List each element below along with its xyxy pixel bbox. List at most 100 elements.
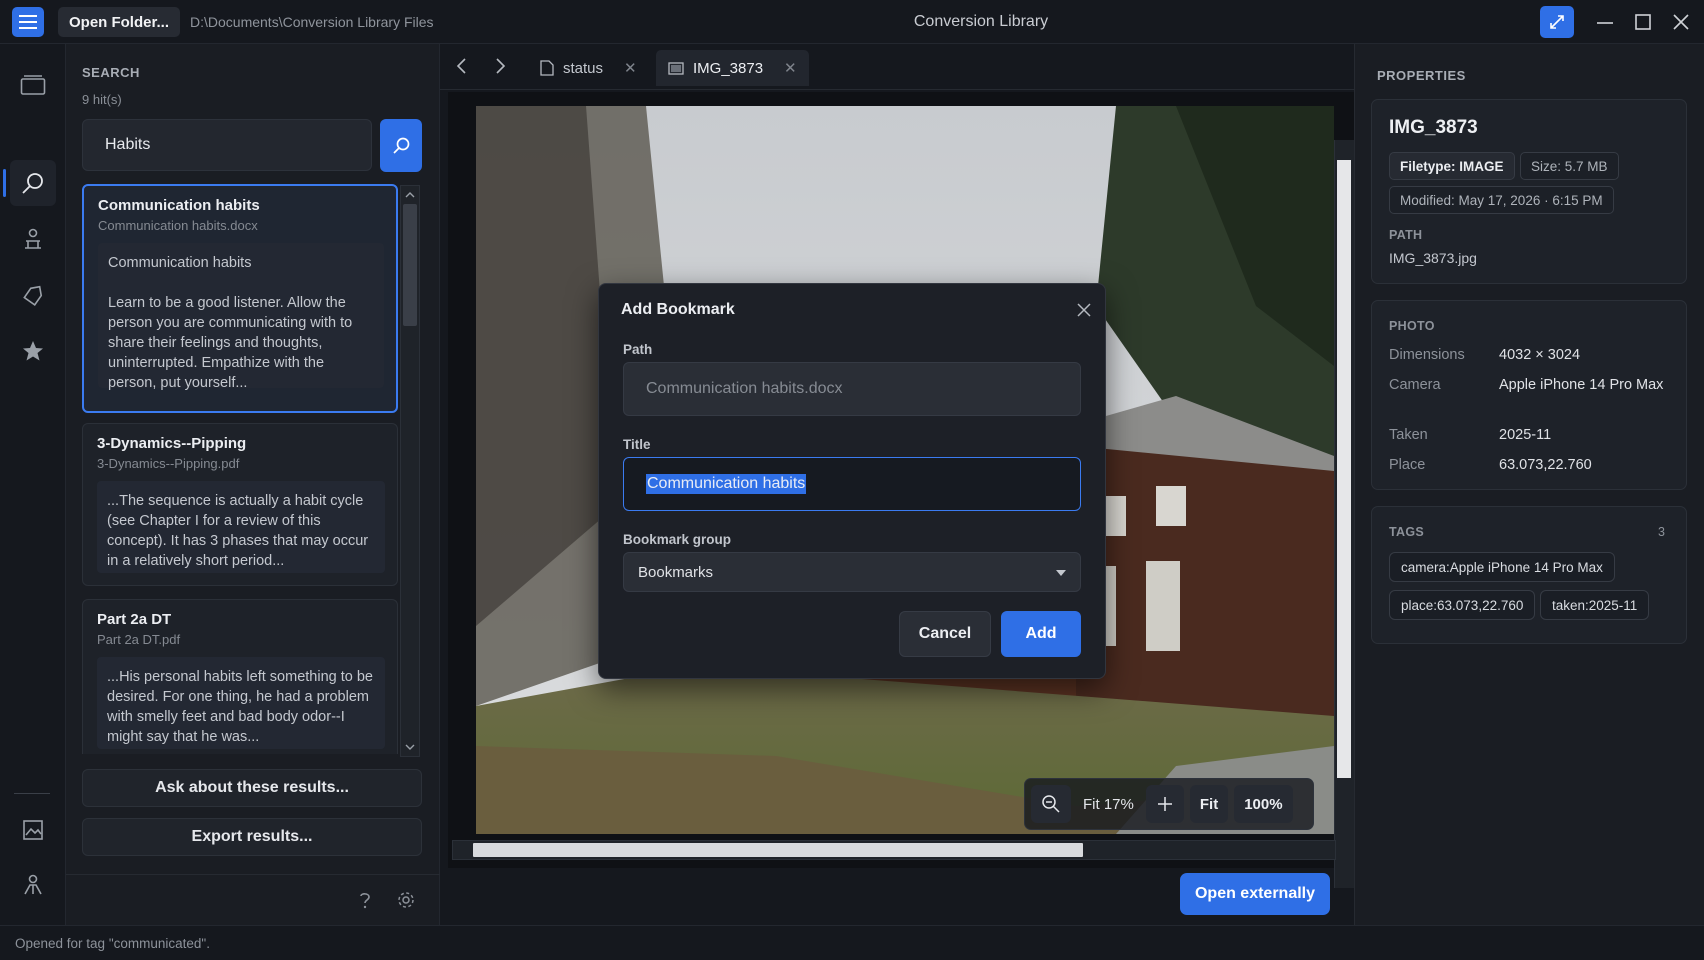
photo-section-label: PHOTO bbox=[1389, 319, 1435, 333]
zoom-100-button[interactable]: 100% bbox=[1234, 785, 1293, 823]
rail-active-indicator bbox=[3, 169, 6, 197]
title-bar: Open Folder... D:\Documents\Conversion L… bbox=[0, 0, 1704, 44]
document-icon bbox=[540, 60, 554, 76]
path-field-placeholder: Communication habits.docx bbox=[646, 380, 843, 397]
hit-count: 9 hit(s) bbox=[82, 92, 122, 107]
image-vertical-scrollbar[interactable] bbox=[1334, 140, 1354, 888]
result-snippet: ...The sequence is actually a habit cycl… bbox=[97, 481, 385, 573]
bookmark-group-select[interactable]: Bookmarks bbox=[623, 552, 1081, 592]
close-icon bbox=[1077, 303, 1091, 317]
current-folder-path: D:\Documents\Conversion Library Files bbox=[190, 14, 434, 30]
status-bar: Opened for tag "communicated". bbox=[0, 925, 1704, 960]
help-button[interactable] bbox=[356, 890, 374, 910]
chevron-down-icon bbox=[405, 744, 415, 750]
results-scrollbar-thumb[interactable] bbox=[403, 204, 417, 326]
path-field-label: Path bbox=[623, 342, 653, 357]
search-input[interactable] bbox=[82, 119, 372, 171]
camera-value: Apple iPhone 14 Pro Max bbox=[1499, 377, 1664, 393]
minimize-icon bbox=[1597, 22, 1613, 24]
settings-button[interactable] bbox=[396, 890, 416, 910]
tag-chip[interactable]: taken:2025-11 bbox=[1540, 590, 1650, 620]
result-title: Communication habits bbox=[98, 197, 260, 214]
close-window-button[interactable] bbox=[1669, 10, 1693, 34]
tab-bar: status ✕ IMG_3873 ✕ bbox=[440, 44, 1354, 90]
activity-rail bbox=[0, 44, 66, 925]
tags-card: TAGS 3 camera:Apple iPhone 14 Pro Max pl… bbox=[1371, 506, 1687, 644]
rail-tags[interactable] bbox=[10, 272, 56, 318]
rail-account[interactable] bbox=[10, 862, 56, 908]
minimize-button[interactable] bbox=[1593, 10, 1617, 34]
dialog-title: Add Bookmark bbox=[621, 301, 735, 318]
ask-about-results-button[interactable]: Ask about these results... bbox=[82, 769, 422, 807]
results-scrollbar[interactable] bbox=[400, 185, 420, 757]
tab-img-3873[interactable]: IMG_3873 ✕ bbox=[656, 50, 809, 86]
file-info-card: IMG_3873 Filetype: IMAGE Size: 5.7 MB Mo… bbox=[1371, 99, 1687, 284]
place-key: Place bbox=[1389, 457, 1426, 473]
image-icon bbox=[668, 61, 684, 75]
place-value: 63.073,22.760 bbox=[1499, 457, 1592, 473]
title-field-label: Title bbox=[623, 437, 651, 452]
rail-favorites[interactable] bbox=[10, 328, 56, 374]
zoom-in-button[interactable] bbox=[1145, 785, 1184, 823]
search-section-label: SEARCH bbox=[82, 65, 140, 80]
image-horizontal-scrollbar[interactable] bbox=[452, 840, 1336, 860]
group-field-label: Bookmark group bbox=[623, 532, 732, 547]
user-icon bbox=[24, 874, 42, 895]
maximize-button[interactable] bbox=[1631, 10, 1655, 34]
result-title: Part 2a DT bbox=[97, 611, 172, 628]
photo-info-card: PHOTO Dimensions 4032 × 3024 Camera Appl… bbox=[1371, 300, 1687, 490]
add-button[interactable]: Add bbox=[1001, 611, 1081, 657]
forward-button[interactable] bbox=[488, 54, 512, 78]
tags-section-label: TAGS bbox=[1389, 525, 1424, 539]
result-title: 3-Dynamics--Pipping bbox=[97, 435, 247, 452]
title-field-value: Communication habits bbox=[646, 474, 807, 494]
chevron-left-icon bbox=[456, 58, 466, 74]
list-item[interactable]: Part 2a DT Part 2a DT.pdf ...His persona… bbox=[82, 599, 398, 754]
result-filename: 3-Dynamics--Pipping.pdf bbox=[97, 456, 240, 471]
maximize-icon bbox=[1635, 14, 1651, 30]
list-item[interactable]: 3-Dynamics--Pipping 3-Dynamics--Pipping.… bbox=[82, 423, 398, 586]
chevron-up-icon bbox=[405, 192, 415, 198]
export-results-button[interactable]: Export results... bbox=[82, 818, 422, 856]
rail-gallery[interactable] bbox=[10, 807, 56, 853]
assistant-icon bbox=[25, 228, 41, 249]
back-button[interactable] bbox=[450, 54, 474, 78]
tab-close-icon[interactable]: ✕ bbox=[624, 59, 637, 77]
remote-connect-button[interactable] bbox=[1540, 6, 1574, 38]
properties-section-label: PROPERTIES bbox=[1377, 68, 1466, 83]
path-field[interactable]: Communication habits.docx bbox=[623, 362, 1081, 416]
zoom-out-button[interactable] bbox=[1031, 785, 1071, 823]
size-badge: Size: 5.7 MB bbox=[1520, 152, 1619, 180]
dialog-close-button[interactable] bbox=[1075, 301, 1093, 319]
file-name: IMG_3873 bbox=[1389, 117, 1478, 138]
rail-assistant[interactable] bbox=[10, 216, 56, 262]
path-label: PATH bbox=[1389, 228, 1423, 242]
image-horizontal-scrollbar-thumb[interactable] bbox=[473, 843, 1083, 857]
tag-icon bbox=[23, 285, 43, 306]
rail-search[interactable] bbox=[10, 160, 56, 206]
tags-count: 3 bbox=[1658, 525, 1665, 539]
tab-close-icon[interactable]: ✕ bbox=[784, 59, 797, 77]
menu-button[interactable] bbox=[12, 7, 44, 37]
list-item[interactable]: Communication habits Communication habit… bbox=[82, 184, 398, 413]
image-vertical-scrollbar-thumb[interactable] bbox=[1337, 160, 1351, 778]
title-field[interactable]: Communication habits bbox=[623, 457, 1081, 511]
rail-library[interactable] bbox=[10, 62, 56, 108]
cancel-button[interactable]: Cancel bbox=[899, 611, 991, 657]
tag-chip[interactable]: camera:Apple iPhone 14 Pro Max bbox=[1389, 552, 1615, 582]
zoom-level: Fit 17% bbox=[1083, 795, 1134, 813]
zoom-fit-button[interactable]: Fit bbox=[1189, 785, 1229, 823]
library-icon bbox=[20, 75, 46, 95]
status-message: Opened for tag "communicated". bbox=[15, 936, 210, 951]
result-snippet: ...His personal habits left something to… bbox=[97, 657, 385, 749]
tag-chip[interactable]: place:63.073,22.760 bbox=[1389, 590, 1536, 620]
search-results-list: Communication habits Communication habit… bbox=[82, 184, 402, 754]
open-folder-button[interactable]: Open Folder... bbox=[58, 7, 180, 37]
properties-panel: PROPERTIES IMG_3873 Filetype: IMAGE Size… bbox=[1354, 44, 1704, 925]
open-externally-button[interactable]: Open externally bbox=[1180, 873, 1330, 915]
filetype-badge: Filetype: IMAGE bbox=[1389, 152, 1515, 180]
add-bookmark-dialog: Add Bookmark Path Communication habits.d… bbox=[598, 283, 1106, 679]
taken-value: 2025-11 bbox=[1499, 427, 1552, 443]
search-submit-button[interactable] bbox=[380, 119, 422, 172]
tab-status[interactable]: status ✕ bbox=[528, 50, 649, 86]
